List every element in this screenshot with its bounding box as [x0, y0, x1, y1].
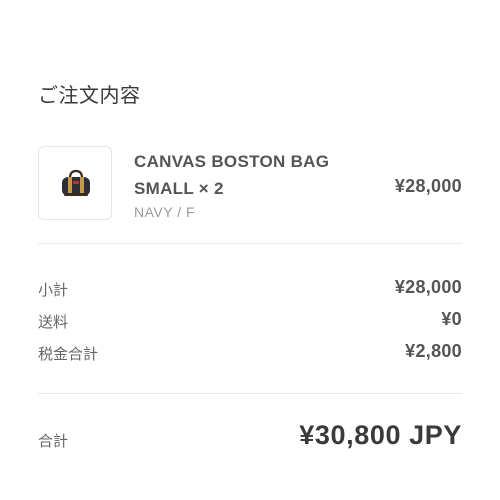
tax-row: 税金合計 ¥2,800 [38, 341, 462, 365]
boston-bag-icon [62, 169, 90, 196]
total-value: ¥30,800 JPY [299, 420, 462, 450]
tax-label: 税金合計 [38, 345, 99, 363]
divider [38, 393, 462, 394]
line-item-price: ¥28,000 [394, 176, 462, 196]
shipping-value: ¥0 [441, 309, 462, 329]
product-thumbnail [38, 146, 112, 220]
order-summary-panel: ご注文内容 CANVAS BOSTON BAG SMALL × 2 NAVY /… [0, 0, 500, 500]
line-item: CANVAS BOSTON BAG SMALL × 2 NAVY / F ¥28… [38, 146, 462, 222]
subtotal-value: ¥28,000 [394, 277, 462, 297]
total-label: 合計 [38, 432, 69, 450]
total-row: 合計 ¥30,800 JPY [38, 420, 462, 456]
tax-value: ¥2,800 [405, 341, 462, 361]
shipping-label: 送料 [38, 313, 69, 331]
subtotal-row: 小計 ¥28,000 [38, 277, 462, 301]
shipping-row: 送料 ¥0 [38, 309, 462, 333]
product-variant: NAVY / F [134, 204, 196, 220]
subtotal-label: 小計 [38, 281, 69, 299]
order-summary-title: ご注文内容 [38, 83, 141, 107]
divider [38, 243, 462, 244]
product-name: CANVAS BOSTON BAG SMALL × 2 [134, 152, 330, 198]
